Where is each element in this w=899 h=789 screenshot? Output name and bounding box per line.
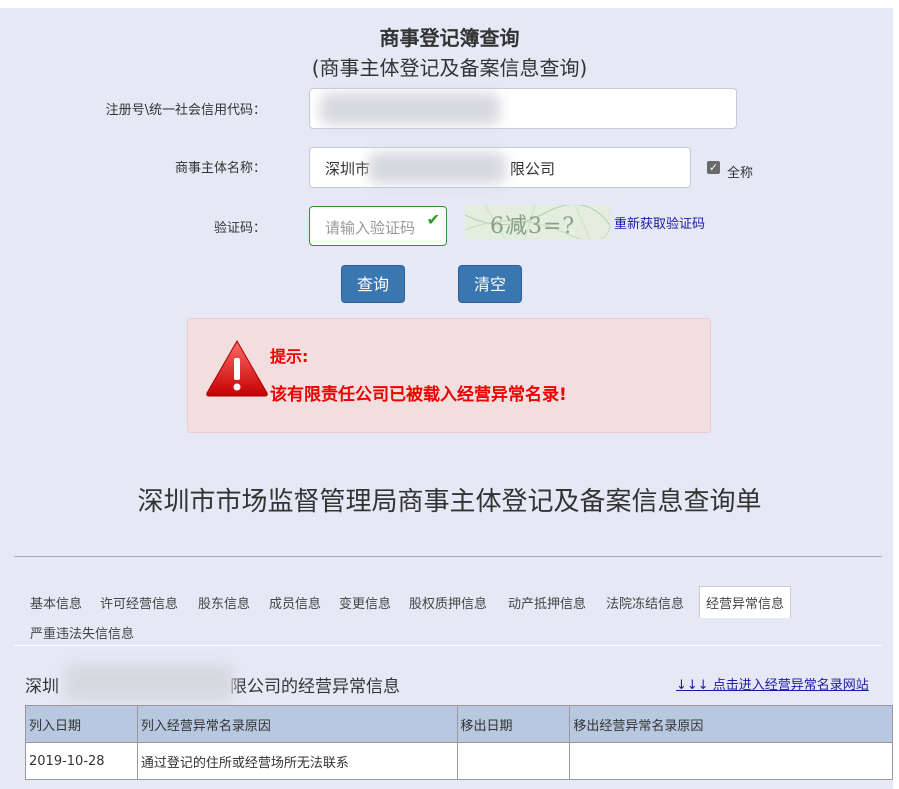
tab-court-freeze-info[interactable]: 法院冻结信息 [606, 593, 684, 612]
fullname-label: 全称 [727, 166, 754, 181]
company-name-label: 商事主体名称： [174, 161, 266, 176]
tab-member-info[interactable]: 成员信息 [269, 593, 321, 612]
reg-number-label: 注册号\统一社会信用代码： [105, 103, 266, 118]
refresh-captcha-link[interactable]: 重新获取验证码 [614, 213, 705, 232]
query-button[interactable]: 查询 [341, 265, 405, 303]
tab-shareholder-info[interactable]: 股东信息 [198, 593, 250, 612]
fullname-checkbox[interactable]: ✓ [707, 161, 720, 174]
divider [14, 556, 882, 557]
captcha-label: 验证码： [213, 221, 266, 236]
captcha-input[interactable]: 请输入验证码 ✔ [309, 206, 447, 246]
company-name-prefix: 深圳市 [325, 160, 371, 178]
captcha-text: 6减3=? [490, 214, 576, 239]
company-name-suffix: 限公司 [510, 160, 556, 178]
table-header-row: 列入日期 列入经营异常名录原因 移出日期 移出经营异常名录原因 [25, 705, 893, 743]
top-strip [0, 0, 899, 8]
abnormal-list-link[interactable]: ↓↓↓ 点击进入经营异常名录网站 [676, 674, 869, 693]
alert-message: 该有限责任公司已被载入经营异常名录! [270, 385, 567, 405]
company-name-input[interactable]: 深圳市 限公司 [309, 147, 691, 188]
table-cell: 通过登记的住所或经营场所无法联系 [136, 742, 458, 780]
column-header: 列入经营异常名录原因 [136, 705, 458, 743]
page-title: 商事登记簿查询 [379, 26, 520, 50]
warning-icon [206, 339, 268, 397]
redacted-blur [368, 152, 506, 184]
table-cell: 2019-10-28 [25, 742, 138, 780]
tab-license-info[interactable]: 许可经营信息 [100, 593, 178, 612]
tab-basic-info[interactable]: 基本信息 [30, 593, 82, 612]
document-title: 深圳市市场监督管理局商事主体登记及备案信息查询单 [137, 487, 762, 517]
section-title-suffix: 限公司的经营异常信息 [230, 677, 400, 697]
redacted-blur [320, 93, 500, 125]
abnormal-info-table: 列入日期 列入经营异常名录原因 移出日期 移出经营异常名录原因 2019-10-… [25, 705, 893, 780]
tab-chattel-mortgage-info[interactable]: 动产抵押信息 [508, 593, 586, 612]
captcha-placeholder: 请输入验证码 [325, 219, 416, 237]
check-icon: ✔ [426, 210, 440, 229]
section-title-prefix: 深圳 [25, 677, 59, 697]
tab-change-info[interactable]: 变更信息 [339, 593, 391, 612]
redacted-blur [64, 664, 234, 702]
alert-title: 提示: [270, 347, 309, 366]
clear-button[interactable]: 清空 [458, 265, 522, 303]
reg-number-input[interactable] [309, 88, 737, 129]
table-row: 2019-10-28 通过登记的住所或经营场所无法联系 [25, 742, 893, 780]
column-header: 移出日期 [456, 705, 571, 743]
column-header: 移出经营异常名录原因 [569, 705, 893, 743]
tab-serious-violation-info[interactable]: 严重违法失信信息 [30, 623, 134, 642]
captcha-image[interactable]: 6减3=? [465, 205, 610, 239]
column-header: 列入日期 [25, 705, 138, 743]
right-strip [893, 0, 899, 789]
page-subtitle: (商事主体登记及备案信息查询) [311, 56, 588, 80]
tab-equity-pledge-info[interactable]: 股权质押信息 [409, 593, 487, 612]
table-cell [569, 742, 893, 780]
table-cell [456, 742, 571, 780]
tab-abnormal-operation-info[interactable]: 经营异常信息 [699, 586, 792, 618]
section-divider [14, 645, 882, 646]
